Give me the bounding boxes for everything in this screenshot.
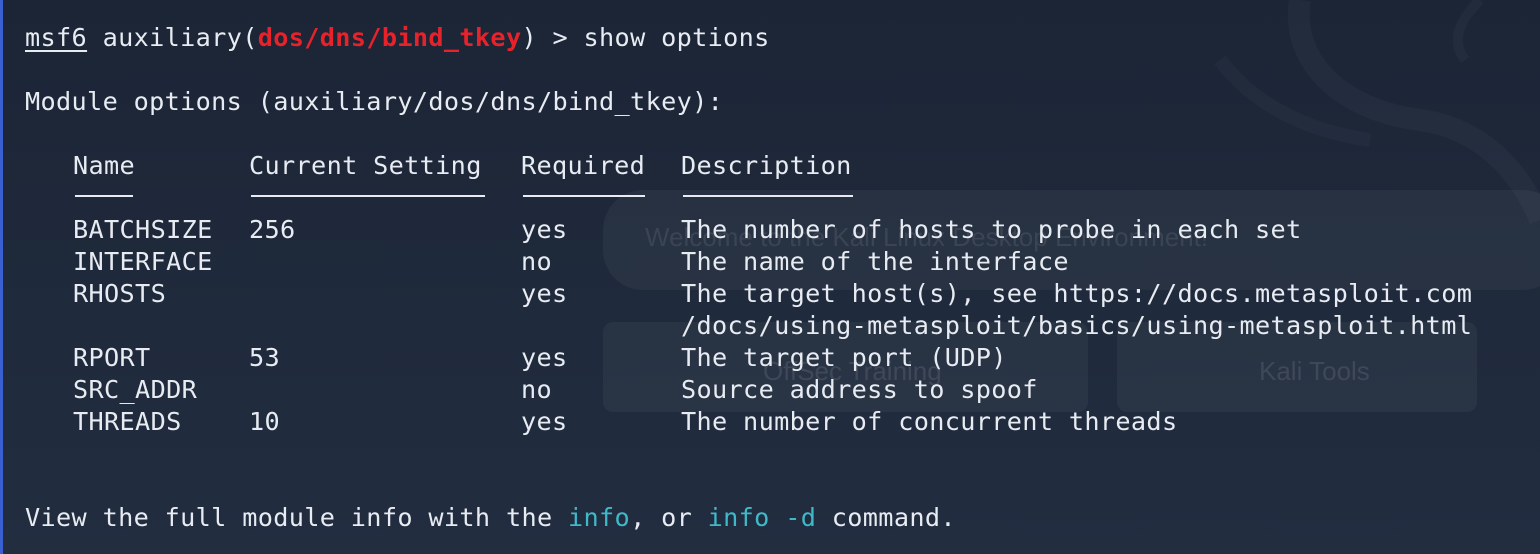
option-name: SRC_ADDR [73, 375, 198, 404]
option-name: THREADS [73, 407, 182, 436]
footer-mid: , or [630, 503, 708, 532]
option-description: Source address to spoof [681, 375, 1038, 404]
option-required: yes [521, 279, 568, 308]
option-description: The name of the interface [681, 247, 1069, 276]
column-header-name: Name [73, 151, 136, 180]
option-required: yes [521, 215, 568, 244]
option-name: RPORT [73, 343, 151, 372]
option-description: The number of concurrent threads [681, 407, 1178, 436]
option-setting: 256 [249, 215, 296, 244]
option-required: no [521, 375, 553, 404]
option-description: The target host(s), see https://docs.met… [681, 279, 1473, 308]
option-name: RHOSTS [73, 279, 167, 308]
option-required: no [521, 247, 553, 276]
column-rule-name [75, 195, 133, 197]
option-name: INTERFACE [73, 247, 213, 276]
module-prefix: auxiliary( [87, 23, 258, 52]
prompt-line: msf6 auxiliary(dos/dns/bind_tkey) > show… [25, 22, 770, 54]
option-description: The number of hosts to probe in each set [681, 215, 1302, 244]
option-description-continued: /docs/using-metasploit/basics/using-meta… [681, 311, 1473, 340]
info-d-command: info -d [707, 503, 817, 532]
module-options-heading: Module options (auxiliary/dos/dns/bind_t… [25, 87, 724, 116]
kali-tools-label: Kali Tools [1259, 356, 1370, 386]
footer-hint: View the full module info with the info,… [25, 502, 956, 534]
column-rule-required [523, 195, 645, 197]
column-header-setting: Current Setting [249, 151, 482, 180]
option-name: BATCHSIZE [73, 215, 213, 244]
module-suffix: ) > [521, 23, 584, 52]
msf-prompt: msf6 [25, 23, 88, 52]
entered-command: show options [583, 23, 770, 52]
option-setting: 10 [249, 407, 281, 436]
terminal-window[interactable]: Welcome to the Kali Linux Desktop Enviro… [0, 0, 1540, 554]
column-header-required: Required [521, 151, 646, 180]
footer-pre: View the full module info with the [25, 503, 568, 532]
column-header-description: Description [681, 151, 852, 180]
option-required: yes [521, 343, 568, 372]
option-required: yes [521, 407, 568, 436]
column-rule-description [683, 195, 853, 197]
column-rule-setting [251, 195, 485, 197]
option-setting: 53 [249, 343, 281, 372]
info-command: info [568, 503, 631, 532]
module-name: dos/dns/bind_tkey [257, 23, 522, 52]
option-description: The target port (UDP) [681, 343, 1007, 372]
footer-post: command. [816, 503, 956, 532]
